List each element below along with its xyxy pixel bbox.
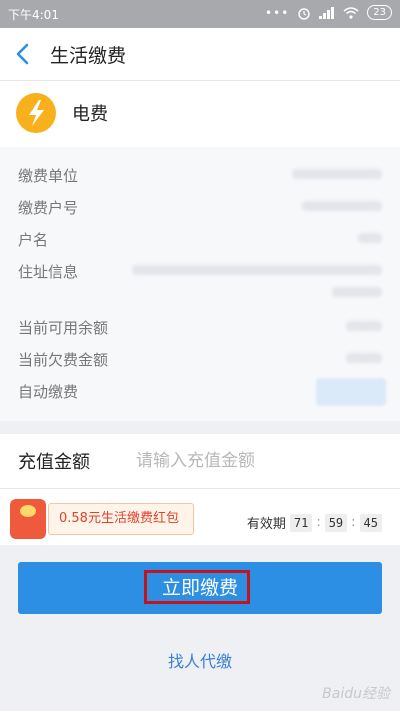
info-label: 当前欠费金额 xyxy=(18,351,109,369)
status-bar: 下午4:01 ••• 23 xyxy=(0,0,400,28)
battery-indicator: 23 xyxy=(367,5,392,20)
redacted-value xyxy=(292,169,382,179)
redacted-value xyxy=(346,321,382,331)
info-label: 缴费单位 xyxy=(18,167,79,185)
more-dots-icon: ••• xyxy=(265,5,290,20)
amount-section: 充值金额 xyxy=(0,434,400,488)
red-packet-icon xyxy=(10,499,46,539)
proxy-pay-link[interactable]: 找人代缴 xyxy=(0,648,400,672)
info-label: 缴费户号 xyxy=(18,199,79,217)
service-card: 电费 缴费单位 缴费户号 户名 住址信息 当前可用余额 当前欠费金额 自动缴费 xyxy=(0,81,400,421)
service-name: 电费 xyxy=(72,104,108,125)
countdown-hours: 71 xyxy=(289,513,313,532)
validity-label: 有效期 xyxy=(246,517,286,532)
nav-bar: 生活缴费 xyxy=(0,28,400,81)
service-header: 电费 xyxy=(0,81,400,148)
pay-now-label: 立即缴费 xyxy=(161,577,238,599)
promo-section: 0.58元生活缴费红包 有效期 71 : 59 : 45 xyxy=(0,489,400,545)
auto-pay-button[interactable] xyxy=(316,378,386,406)
info-label: 户名 xyxy=(18,231,49,249)
signal-icon xyxy=(319,6,335,19)
back-arrow-icon[interactable] xyxy=(14,42,32,66)
colon: : xyxy=(316,515,321,530)
amount-input[interactable] xyxy=(134,444,388,478)
alarm-icon xyxy=(298,7,310,20)
coupon-tag[interactable]: 0.58元生活缴费红包 xyxy=(48,503,194,535)
redacted-value xyxy=(332,287,382,297)
redacted-value xyxy=(346,353,382,363)
redacted-value xyxy=(302,201,382,211)
info-label: 自动缴费 xyxy=(18,383,79,401)
colon: : xyxy=(351,515,356,530)
status-icons: ••• 23 xyxy=(265,5,392,20)
lightning-icon xyxy=(16,93,56,133)
page-title: 生活缴费 xyxy=(50,45,127,67)
countdown-seconds: 45 xyxy=(359,513,382,532)
amount-label: 充值金额 xyxy=(18,452,90,473)
info-label: 住址信息 xyxy=(18,263,79,281)
validity-countdown: 有效期 71 : 59 : 45 xyxy=(247,513,382,532)
redacted-value xyxy=(358,233,382,243)
wifi-icon xyxy=(343,6,359,19)
status-time: 下午4:01 xyxy=(8,8,59,22)
watermark: Baidu经验 xyxy=(322,686,390,702)
countdown-minutes: 59 xyxy=(324,513,348,532)
info-label: 当前可用余额 xyxy=(18,319,109,337)
account-info: 缴费单位 缴费户号 户名 住址信息 当前可用余额 当前欠费金额 自动缴费 xyxy=(0,147,400,421)
redacted-value xyxy=(132,265,382,275)
pay-now-button[interactable]: 立即缴费 xyxy=(18,562,382,614)
